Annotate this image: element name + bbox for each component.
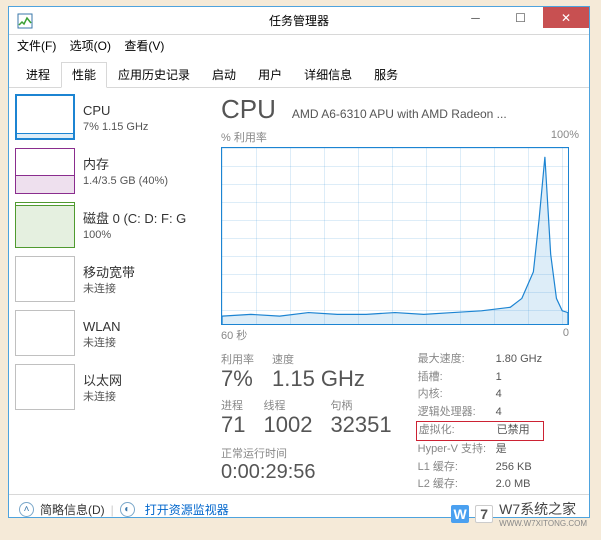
sidebar-item-disk[interactable]: 磁盘 0 (C: D: F: G 100% xyxy=(15,202,215,252)
sidebar-item-label: 内存 xyxy=(83,157,168,174)
sidebar-item-label: 磁盘 0 (C: D: F: G xyxy=(83,211,186,228)
handles-stat-label: 句柄 xyxy=(330,397,391,413)
sidebar-item-cpu[interactable]: CPU 7% 1.15 GHz xyxy=(15,94,215,144)
disk-thumb-icon xyxy=(15,202,75,248)
chevron-up-icon[interactable]: ˄ xyxy=(19,502,34,517)
util-label: % 利用率 xyxy=(221,129,267,145)
cpu-details: 最大速度:1.80 GHz 插槽:1 内核:4 逻辑处理器:4 虚拟化:已禁用 … xyxy=(418,351,542,494)
tab-performance[interactable]: 性能 xyxy=(61,62,107,88)
maximize-button[interactable]: ☐ xyxy=(498,7,543,28)
sidebar-item-memory[interactable]: 内存 1.4/3.5 GB (40%) xyxy=(15,148,215,198)
menu-file[interactable]: 文件(F) xyxy=(17,39,56,53)
cpu-model: AMD A6-6310 APU with AMD Radeon ... xyxy=(292,107,507,121)
sidebar-item-sub: 100% xyxy=(83,228,186,242)
sidebar-item-wlan[interactable]: WLAN 未连接 xyxy=(15,310,215,360)
tab-processes[interactable]: 进程 xyxy=(15,62,61,88)
handles-stat: 32351 xyxy=(330,413,391,437)
watermark-sub: WWW.W7XITONG.COM xyxy=(499,519,587,528)
menu-view[interactable]: 查看(V) xyxy=(124,39,164,53)
sidebar-item-sub: 未连接 xyxy=(83,282,135,296)
sidebar-item-ethernet[interactable]: 以太网 未连接 xyxy=(15,364,215,414)
sidebar: CPU 7% 1.15 GHz 内存 1.4/3.5 GB (40%) 磁盘 0… xyxy=(9,88,219,494)
speed-stat: 1.15 GHz xyxy=(272,367,365,391)
sidebar-item-label: 以太网 xyxy=(83,373,122,390)
util-max: 100% xyxy=(551,129,579,145)
main-panel: CPU AMD A6-6310 APU with AMD Radeon ... … xyxy=(219,88,589,494)
cpu-chart xyxy=(221,147,569,325)
close-button[interactable]: ✕ xyxy=(543,7,589,28)
watermark-text: W7系统之家 xyxy=(499,499,587,519)
menu-options[interactable]: 选项(O) xyxy=(70,39,111,53)
speed-stat-label: 速度 xyxy=(272,351,365,367)
threads-stat: 1002 xyxy=(263,413,312,437)
tab-startup[interactable]: 启动 xyxy=(201,62,247,88)
watermark-logo-icon: 7 xyxy=(475,505,493,523)
tab-services[interactable]: 服务 xyxy=(363,62,409,88)
util-stat: 7% xyxy=(221,367,254,391)
ethernet-thumb-icon xyxy=(15,364,75,410)
tab-app-history[interactable]: 应用历史记录 xyxy=(107,62,201,88)
watermark-logo-icon: W xyxy=(451,505,469,523)
minimize-button[interactable]: ─ xyxy=(453,7,498,28)
sidebar-item-label: CPU xyxy=(83,103,148,120)
sidebar-item-mobile[interactable]: 移动宽带 未连接 xyxy=(15,256,215,306)
wlan-thumb-icon xyxy=(15,310,75,356)
axis-left: 60 秒 xyxy=(221,327,247,343)
open-resmon-link[interactable]: 打开资源监视器 xyxy=(145,501,229,518)
cpu-thumb-icon xyxy=(15,94,75,140)
sidebar-item-sub: 未连接 xyxy=(83,390,122,404)
brief-info-link[interactable]: 简略信息(D) xyxy=(40,501,105,518)
sidebar-item-label: 移动宽带 xyxy=(83,265,135,282)
uptime-label: 正常运行时间 xyxy=(221,445,392,461)
sidebar-item-sub: 7% 1.15 GHz xyxy=(83,120,148,134)
body: CPU 7% 1.15 GHz 内存 1.4/3.5 GB (40%) 磁盘 0… xyxy=(9,88,589,494)
page-title: CPU xyxy=(221,94,276,125)
virtualization-row: 虚拟化:已禁用 xyxy=(416,421,544,441)
watermark: W 7 W7系统之家 WWW.W7XITONG.COM xyxy=(451,499,587,528)
window-controls: ─ ☐ ✕ xyxy=(453,7,589,28)
proc-stat: 71 xyxy=(221,413,245,437)
memory-thumb-icon xyxy=(15,148,75,194)
uptime-value: 0:00:29:56 xyxy=(221,461,392,484)
sidebar-item-label: WLAN xyxy=(83,319,121,336)
tab-users[interactable]: 用户 xyxy=(247,62,293,88)
sidebar-item-sub: 1.4/3.5 GB (40%) xyxy=(83,174,168,188)
titlebar[interactable]: 任务管理器 ─ ☐ ✕ xyxy=(9,7,589,35)
mobile-thumb-icon xyxy=(15,256,75,302)
resmon-icon: ◐ xyxy=(120,502,135,517)
tab-details[interactable]: 详细信息 xyxy=(293,62,363,88)
axis-right: 0 xyxy=(563,327,569,343)
util-stat-label: 利用率 xyxy=(221,351,254,367)
proc-stat-label: 进程 xyxy=(221,397,245,413)
sidebar-item-sub: 未连接 xyxy=(83,336,121,350)
tabstrip: 进程 性能 应用历史记录 启动 用户 详细信息 服务 xyxy=(9,55,589,88)
threads-stat-label: 线程 xyxy=(263,397,312,413)
menubar: 文件(F) 选项(O) 查看(V) xyxy=(9,35,589,55)
task-manager-window: 任务管理器 ─ ☐ ✕ 文件(F) 选项(O) 查看(V) 进程 性能 应用历史… xyxy=(8,6,590,518)
